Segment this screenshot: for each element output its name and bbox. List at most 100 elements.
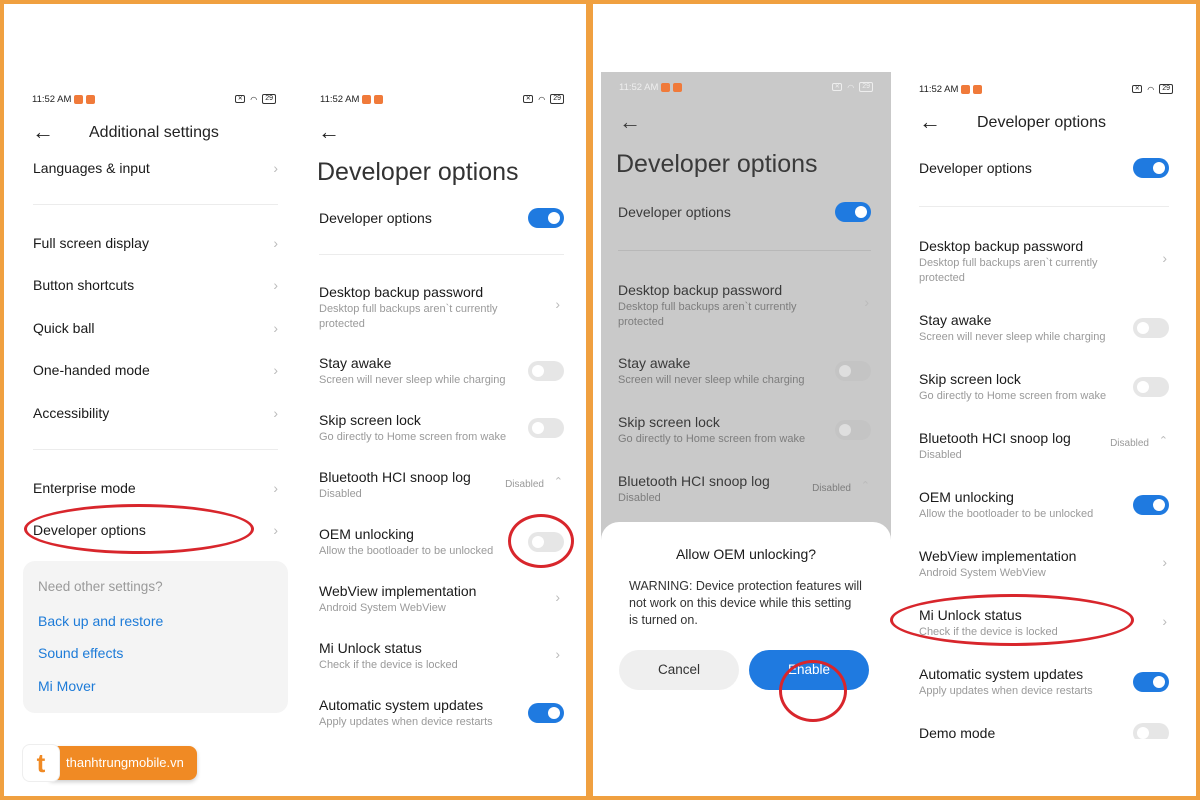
screen-additional-settings: 11:52 AM ✕ ◠ 29 ← Additional settings Lang… [14,84,294,734]
status-bar: 11:52 AM ✕ ◠ 29 [320,92,564,106]
battery-icon: 29 [859,82,873,92]
item-label: Bluetooth HCI snoop log [919,430,1071,446]
chevron-right-icon: › [273,235,278,251]
item-label: OEM unlocking [319,526,414,542]
chevron-updown-icon: ⌃ [553,476,563,488]
bt-value: Disabled [505,479,544,490]
chevron-right-icon: › [864,294,869,310]
item-label: Developer options [618,204,731,220]
item-subtitle: Screen will never sleep while charging [919,331,1106,343]
status-time: 11:52 AM [32,93,72,105]
item-subtitle: Desktop full backups aren`t currently [319,303,498,315]
item-subtitle: Allow the bootloader to be unlocked [319,545,494,557]
wifi-icon: ◠ [847,82,855,92]
stay-awake-toggle[interactable] [528,361,564,381]
notification-icon [362,94,372,104]
item-subtitle: Apply updates when device restarts [319,716,493,728]
chevron-right-icon: › [273,277,278,293]
status-time: 11:52 AM [320,93,360,105]
item-subtitle: Check if the device is locked [919,626,1058,638]
page-title: Additional settings [89,124,219,141]
demo-mode-toggle[interactable] [1133,723,1169,739]
item-label: WebView implementation [919,548,1077,564]
enable-button[interactable]: Enable [749,650,869,690]
item-subtitle: Disabled [319,488,362,500]
divider [33,449,278,450]
developer-options-toggle[interactable] [528,208,564,228]
chevron-right-icon: › [555,589,560,605]
back-arrow-icon[interactable]: ← [318,121,340,143]
wifi-icon: ◠ [250,94,258,104]
item-label: Languages & input [33,160,150,176]
item-label: Automatic system updates [919,666,1084,682]
item-subtitle: Desktop full backups aren`t currently [919,257,1098,269]
cancel-button[interactable]: Cancel [619,650,739,690]
status-time: 11:52 AM [619,81,659,93]
item-subtitle: Go directly to Home screen from wake [919,390,1107,402]
item-label: Mi Unlock status [319,640,422,656]
link-mi-mover[interactable]: Mi Mover [38,678,96,694]
back-arrow-icon[interactable]: ← [619,111,641,133]
screen-developer-options: 11:52 AM ✕ ◠ 29 ← Developer options Develo… [302,84,582,734]
item-label: Skip screen lock [919,371,1021,387]
sim-icon: ✕ [235,95,246,103]
brand-logo: thanhtrungmobile.vn t [22,744,197,782]
status-bar: 11:52 AM ✕ ◠ 29 [32,92,276,106]
item-label: OEM unlocking [919,489,1014,505]
link-back-up-restore[interactable]: Back up and restore [38,613,163,629]
back-arrow-icon[interactable]: ← [32,121,54,143]
item-subtitle: Desktop full backups aren`t currently [618,301,797,313]
item-subtitle: Disabled [618,492,661,504]
item-subtitle: Screen will never sleep while charging [319,374,506,386]
battery-icon: 29 [550,94,564,104]
brand-text: thanhtrungmobile.vn [66,755,184,770]
brand-pill: thanhtrungmobile.vn [50,746,197,780]
divider [33,204,278,205]
screen-developer-options-scrolled: 11:52 AM ✕ ◠ 29 ← Developer options Develo… [901,74,1191,739]
notification-icon [961,84,971,94]
skip-screen-lock-toggle[interactable] [1133,377,1169,397]
item-subtitle: protected [919,272,965,284]
developer-options-toggle[interactable] [1133,158,1169,178]
wifi-icon: ◠ [538,94,546,104]
item-label: One-handed mode [33,362,150,378]
item-label: Desktop backup password [319,284,484,300]
item-label: Developer options [319,210,432,226]
oem-unlocking-toggle[interactable] [528,532,564,552]
chevron-right-icon: › [273,160,278,176]
notification-icon [661,82,671,92]
page-title: Developer options [317,158,519,186]
chevron-right-icon: › [555,646,560,662]
skip-screen-lock-toggle[interactable] [835,420,871,440]
divider [618,250,871,251]
item-subtitle: Apply updates when device restarts [919,685,1093,697]
chevron-updown-icon: ⌃ [1158,435,1168,447]
chevron-right-icon: › [273,320,278,336]
chevron-right-icon: › [1162,613,1167,629]
oem-unlocking-toggle[interactable] [1133,495,1169,515]
developer-options-toggle[interactable] [835,202,871,222]
sim-icon: ✕ [523,95,534,103]
item-subtitle: Go directly to Home screen from wake [319,431,507,443]
back-arrow-icon[interactable]: ← [919,111,941,133]
item-label: Enterprise mode [33,480,136,496]
brand-badge-icon: t [22,744,60,782]
item-label: Desktop backup password [919,238,1084,254]
chevron-right-icon: › [273,522,278,538]
stay-awake-toggle[interactable] [835,361,871,381]
chevron-right-icon: › [273,480,278,496]
link-sound-effects[interactable]: Sound effects [38,645,123,661]
battery-icon: 29 [1159,84,1173,94]
item-subtitle: Go directly to Home screen from wake [618,433,806,445]
notification-icon [973,84,983,94]
automatic-updates-toggle[interactable] [528,703,564,723]
notification-icon [74,94,84,104]
battery-icon: 29 [262,94,276,104]
dialog-title: Allow OEM unlocking? [675,546,817,562]
skip-screen-lock-toggle[interactable] [528,418,564,438]
status-bar: 11:52 AM ✕ ◠ 29 [619,80,873,94]
notification-icon [374,94,384,104]
other-settings-card: Need other settings? Back up and restore… [23,561,288,713]
stay-awake-toggle[interactable] [1133,318,1169,338]
automatic-updates-toggle[interactable] [1133,672,1169,692]
